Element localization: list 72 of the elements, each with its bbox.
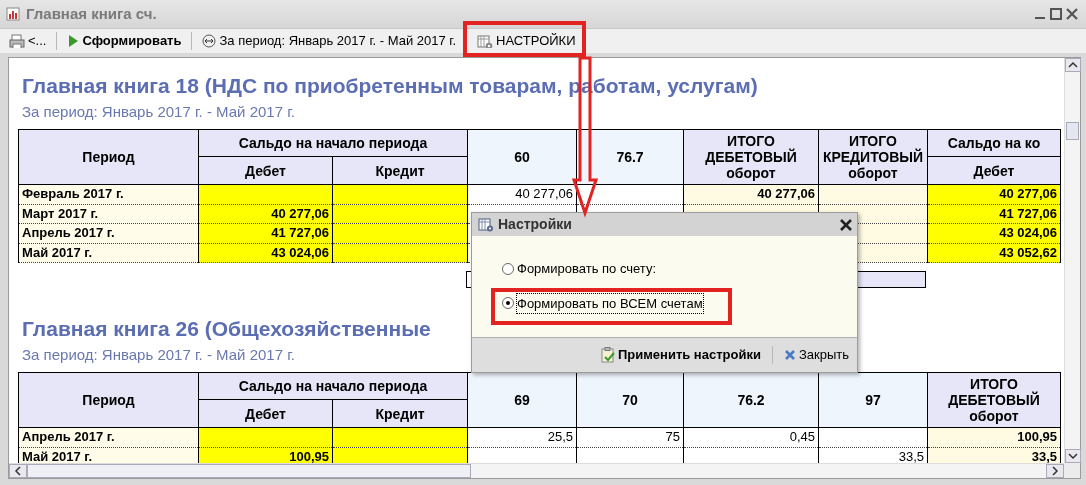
table-cell: 100,95 [1017,429,1057,444]
table-cell: Февраль 2017 г. [22,186,124,201]
scroll-right-icon[interactable] [1046,464,1064,478]
close-icon[interactable] [1064,6,1080,22]
column-header: 60 [467,129,577,185]
dialog-title: Настройки [498,215,573,234]
table-cell: Май 2017 г. [22,448,93,463]
table-cell: 43 024,06 [271,244,329,260]
close-icon[interactable] [839,217,853,232]
table-cell: 40 277,06 [515,186,573,201]
toolbar-button[interactable]: Сформировать [64,30,185,52]
settings-icon [477,34,494,48]
column-header: Сальдо на начало периода [198,372,468,400]
table-cell: 40 277,06 [757,186,815,201]
table-cell: 43 052,62 [999,244,1057,260]
option-label[interactable]: Формировать по счету: [517,259,657,279]
scroll-thumb[interactable] [27,464,471,478]
maximize-icon[interactable] [1048,6,1064,22]
close-icon [783,349,796,361]
scroll-up-icon[interactable] [1065,58,1081,72]
settings-icon [478,217,494,232]
table-cell: 75 [665,429,680,444]
report-period: За период: Январь 2017 г. - Май 2017 г. [21,103,295,121]
column-header: 76.7 [576,129,684,185]
table-cell: 100,95 [289,448,329,463]
report-title: Главная книга 26 (Общехозяйственные [21,318,431,340]
radio-button[interactable] [502,297,514,310]
column-header: Кредит [332,399,468,428]
column-header: ИТОГО КРЕДИТОВЫЙ оборот [818,129,928,185]
table-cell: 41 727,06 [271,225,329,240]
window-title: Главная книга сч. [26,3,158,24]
scroll-thumb[interactable] [1066,122,1079,140]
report-period: За период: Январь 2017 г. - Май 2017 г. [21,346,295,364]
column-header: ИТОГО ДЕБЕТОВЫЙ оборот [683,129,819,185]
column-header: Сальдо на начало периода [198,129,468,157]
table-cell: 43 024,06 [999,225,1057,240]
option-label[interactable]: Формировать по ВСЕМ счетам [517,293,703,313]
toolbar-button[interactable]: За период: Январь 2017 г. - Май 2017 г. [199,30,460,52]
close-button[interactable]: Закрыть [781,345,851,365]
toolbar-button[interactable]: <... [6,30,50,52]
printer-icon [9,34,25,48]
table-cell: 40 277,06 [999,186,1057,201]
column-header: ИТОГО ДЕБЕТОВЫЙ оборот [927,372,1061,428]
column-header: Сальдо на ко [927,129,1061,157]
radio-button[interactable] [502,262,514,275]
column-header: Дебет [927,156,1061,185]
column-header: Дебет [198,156,333,185]
toolbar-button[interactable]: НАСТРОЙКИ [474,30,579,52]
apply-button[interactable]: Применить настройки [598,345,763,365]
table-cell: 25,5 [547,429,573,444]
scroll-down-icon[interactable] [1065,449,1081,463]
column-header: 76.2 [683,372,819,428]
table-cell: 33,5 [898,448,924,463]
column-header: 70 [576,372,684,428]
column-header: 97 [818,372,928,428]
table-cell: Май 2017 г. [22,244,93,260]
column-header: Дебет [198,399,333,428]
column-header: Период [18,129,199,185]
scroll-left-icon[interactable] [9,464,27,478]
table-cell: Апрель 2017 г. [22,429,115,444]
table-cell: 33,5 [1031,448,1057,463]
clipboard-check-icon [600,347,615,363]
table-cell: 0,45 [789,429,815,444]
column-header: 69 [467,372,577,428]
column-header: Период [18,372,199,428]
table-cell: Апрель 2017 г. [22,225,115,240]
table-cell: Март 2017 г. [22,205,99,221]
play-icon [67,34,80,48]
table-cell: 41 727,06 [999,205,1057,221]
chart-icon [6,7,20,21]
column-header: Кредит [332,156,468,185]
table-cell: 40 277,06 [271,205,329,221]
